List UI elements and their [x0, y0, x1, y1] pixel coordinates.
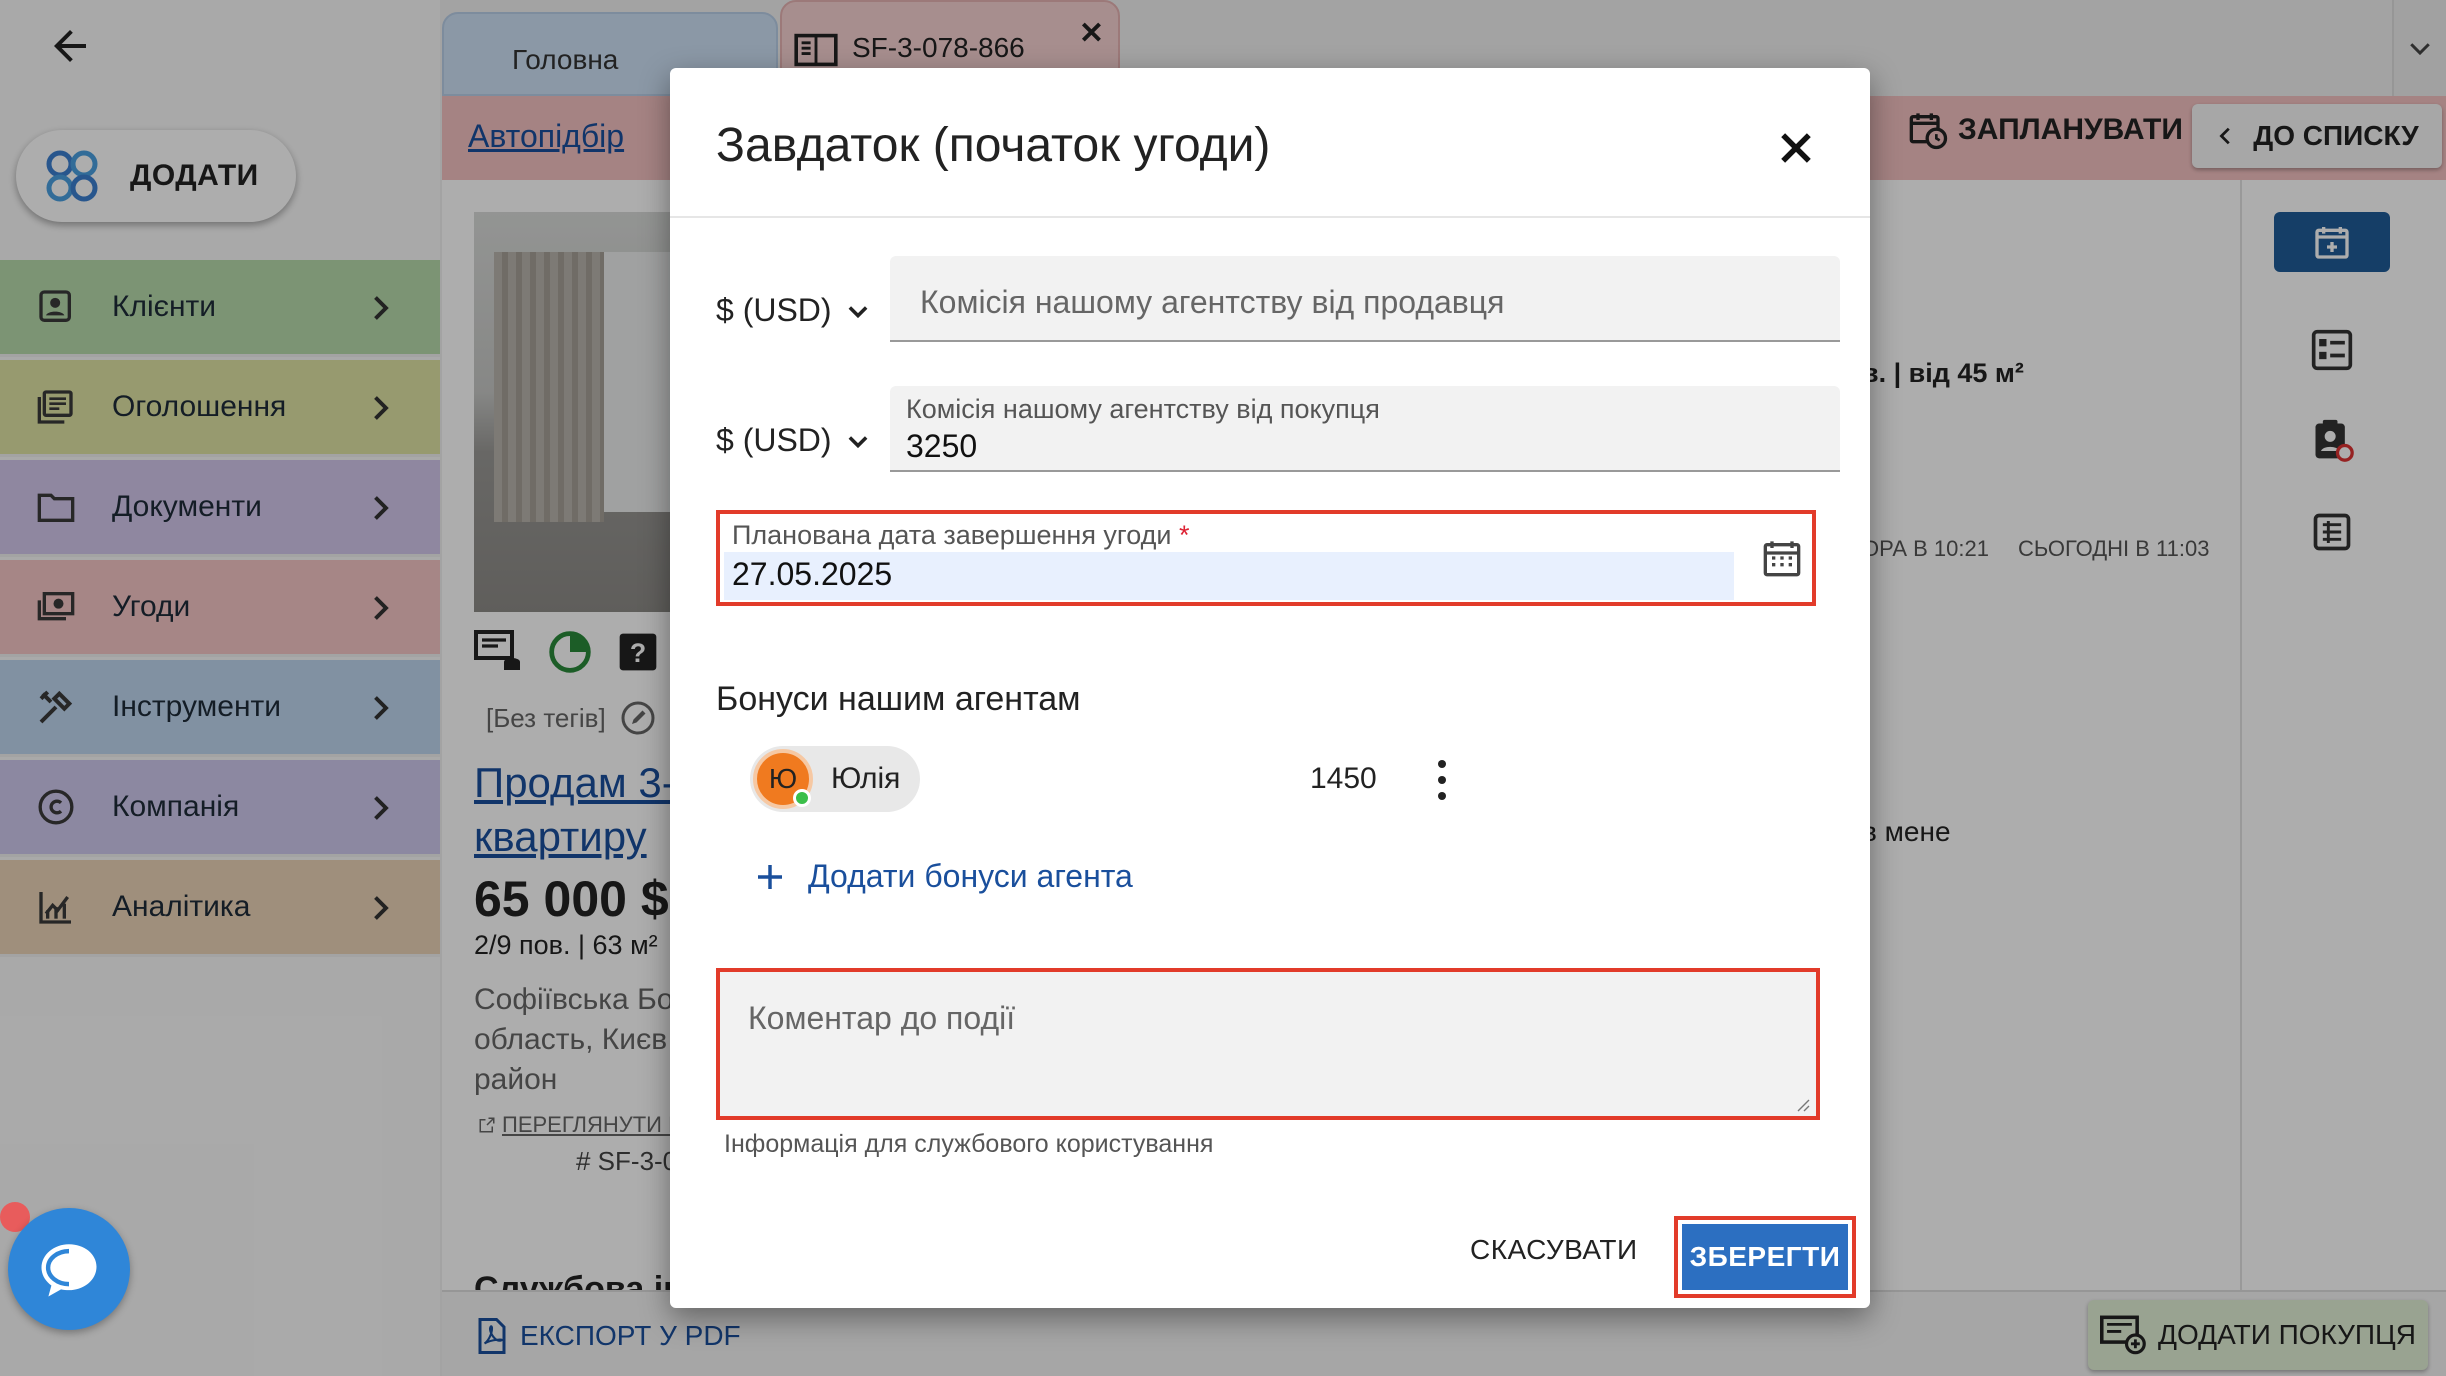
cancel-button[interactable]: СКАСУВАТИ [1470, 1234, 1638, 1266]
bonus-section-title: Бонуси нашим агентам [716, 680, 1081, 718]
agent-name: Юлія [831, 762, 901, 795]
dialog-title: Завдаток (початок угоди) [716, 119, 1271, 172]
add-agent-bonus-label: Додати бонуси агента [808, 858, 1133, 894]
save-button[interactable]: ЗБЕРЕГТИ [1682, 1224, 1848, 1290]
deposit-dialog: Завдаток (початок угоди) $ (USD) Комісія… [670, 68, 1870, 1308]
comment-placeholder: Коментар до події [748, 1000, 1016, 1036]
avatar: Ю [753, 749, 813, 809]
completion-date-highlight: Планована дата завершення угоди * 27.05.… [716, 510, 1816, 606]
buyer-commission-field[interactable]: Комісія нашому агентству від покупця 325… [890, 386, 1840, 472]
online-status-dot [793, 789, 811, 807]
dialog-header: Завдаток (початок угоди) [670, 68, 1870, 218]
comment-helper-text: Інформація для службового користування [724, 1130, 1214, 1158]
currency-select-buyer[interactable]: $ (USD) [716, 422, 872, 459]
currency-value: $ (USD) [716, 422, 832, 458]
save-highlight: ЗБЕРЕГТИ [1674, 1216, 1856, 1298]
completion-date-value: 27.05.2025 [732, 556, 893, 592]
seller-commission-placeholder: Комісія нашому агентству від продавця [920, 284, 1505, 320]
buyer-commission-label: Комісія нашому агентству від покупця [906, 394, 1380, 424]
add-agent-bonus-button[interactable]: Додати бонуси агента [754, 858, 1133, 895]
calendar-icon[interactable] [1762, 538, 1802, 578]
required-marker: * [1178, 520, 1190, 550]
completion-date-field[interactable]: Планована дата завершення угоди * 27.05.… [720, 514, 1740, 602]
completion-date-label: Планована дата завершення угоди * [732, 520, 1190, 550]
close-icon[interactable] [1774, 126, 1818, 170]
chevron-down-icon [848, 435, 867, 448]
seller-commission-field[interactable]: Комісія нашому агентству від продавця [890, 256, 1840, 342]
agent-chip[interactable]: Ю Юлія [750, 746, 920, 812]
plus-icon [758, 864, 782, 889]
more-options-icon[interactable] [1432, 760, 1452, 800]
resize-grip-icon[interactable] [1794, 1096, 1810, 1112]
agent-bonus-amount: 1450 [1310, 762, 1377, 795]
currency-value: $ (USD) [716, 292, 832, 328]
chat-bubble-icon [41, 1244, 97, 1297]
currency-select-seller[interactable]: $ (USD) [716, 292, 872, 329]
buyer-commission-value: 3250 [906, 428, 978, 464]
comment-textarea[interactable]: Коментар до події [716, 968, 1820, 1120]
chat-button[interactable] [8, 1208, 130, 1330]
chevron-down-icon [848, 305, 867, 318]
